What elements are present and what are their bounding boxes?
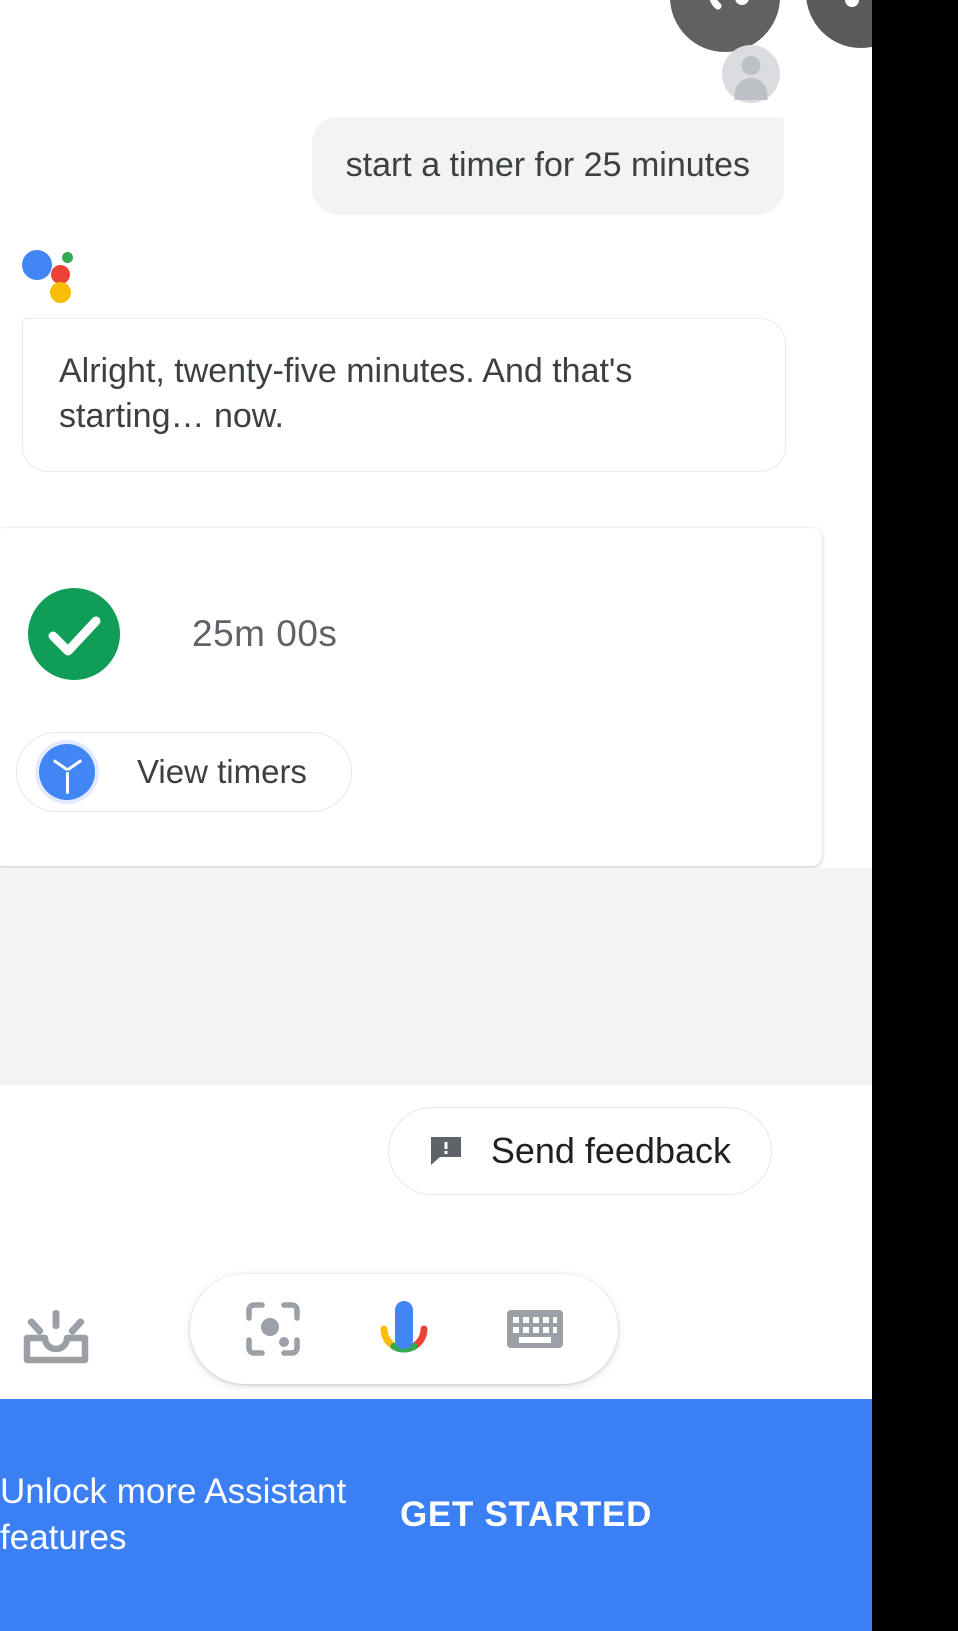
avatar-body xyxy=(734,78,768,100)
get-started-button[interactable]: GET STARTED xyxy=(400,1495,714,1535)
assistant-action-pill xyxy=(190,1274,618,1384)
view-timers-label: View timers xyxy=(137,753,307,790)
view-timers-button[interactable]: View timers xyxy=(16,732,352,812)
overflow-chip[interactable] xyxy=(806,0,872,48)
timer-status-row: 25m 00s xyxy=(0,588,822,680)
clock-hand-minute xyxy=(66,759,83,772)
phone-call-icon xyxy=(710,0,749,10)
send-feedback-label: Send feedback xyxy=(490,1130,731,1171)
user-message-text: start a timer for 25 minutes xyxy=(345,146,750,184)
promo-banner[interactable]: Unlock more Assistant features GET START… xyxy=(0,1399,872,1631)
microphone-button[interactable] xyxy=(368,1293,440,1365)
avatar[interactable] xyxy=(722,45,780,103)
phone-call-chip[interactable] xyxy=(670,0,780,52)
clock-icon xyxy=(39,744,95,800)
google-lens-button[interactable] xyxy=(237,1293,309,1365)
check-circle-icon xyxy=(28,588,120,680)
google-lens-icon xyxy=(246,1302,301,1356)
clock-hand-second xyxy=(52,759,69,772)
user-message-bubble: start a timer for 25 minutes xyxy=(311,117,784,216)
input-bar xyxy=(0,1260,872,1410)
keyboard-icon xyxy=(506,1310,563,1348)
right-gutter xyxy=(872,0,958,1631)
send-feedback-button[interactable]: Send feedback xyxy=(387,1107,772,1195)
keyboard-button[interactable] xyxy=(499,1293,571,1365)
conversation-background-filler xyxy=(0,868,872,1085)
assistant-screen: start a timer for 25 minutes Alright, tw… xyxy=(0,0,872,1631)
logo-dot-green xyxy=(62,252,73,263)
google-assistant-logo xyxy=(22,248,86,303)
logo-dot-blue xyxy=(22,250,52,280)
assistant-explore-icon[interactable] xyxy=(18,1288,94,1364)
promo-text: Unlock more Assistant features xyxy=(0,1471,347,1557)
logo-dot-yellow xyxy=(50,282,71,303)
timer-duration: 25m 00s xyxy=(192,613,338,654)
timer-card[interactable]: 25m 00s View timers xyxy=(0,528,822,866)
assistant-message-text: Alright, twenty-five minutes. And that's… xyxy=(59,352,633,436)
avatar-head xyxy=(741,56,761,75)
more-options-icon xyxy=(845,0,859,7)
feedback-bubble-icon xyxy=(429,1135,463,1167)
assistant-message-bubble: Alright, twenty-five minutes. And that's… xyxy=(22,318,786,473)
clock-hand-hour xyxy=(66,772,69,794)
microphone-icon xyxy=(380,1301,428,1353)
conversation-area: start a timer for 25 minutes Alright, tw… xyxy=(0,0,872,1085)
